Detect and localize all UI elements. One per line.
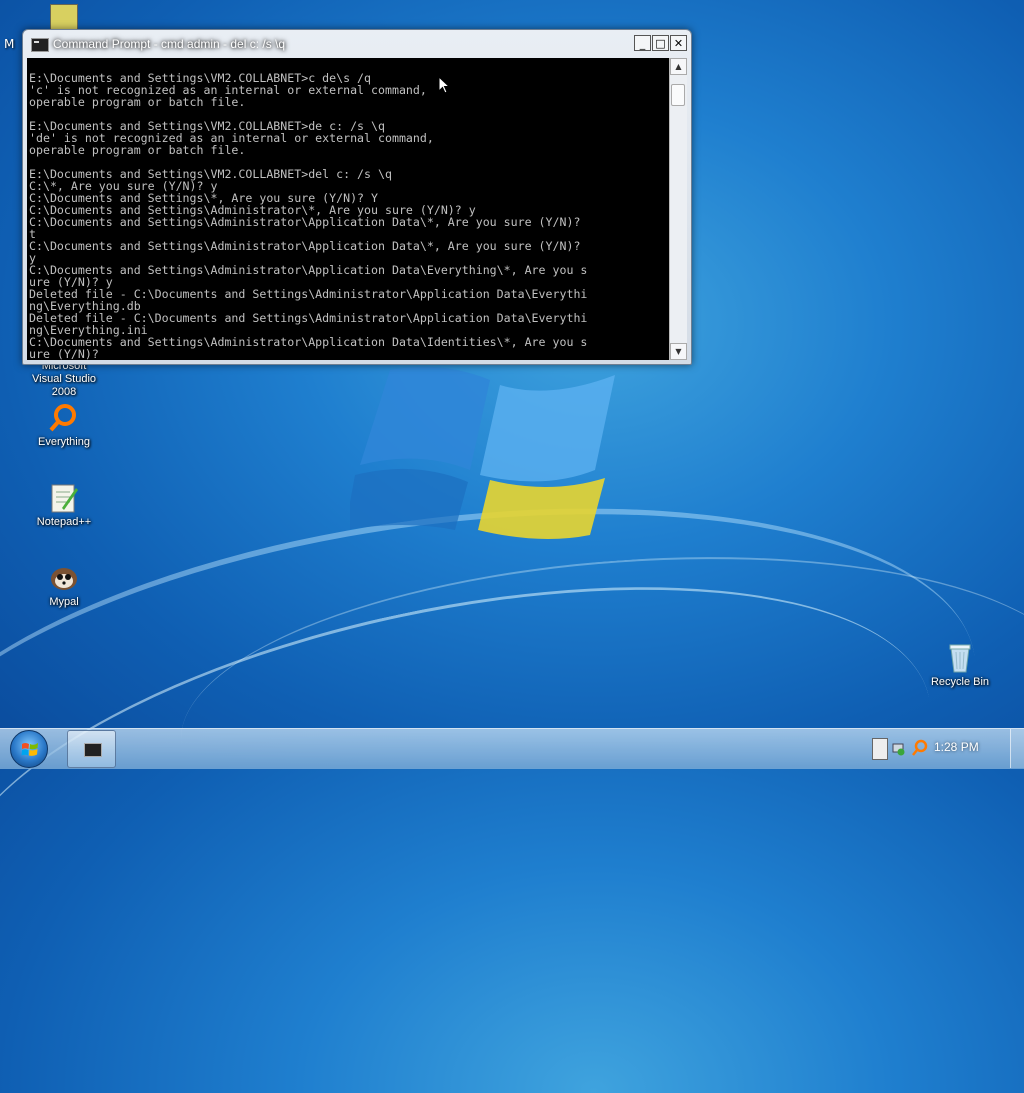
window-title: Command Prompt - cmd admin - del c: /s \… — [53, 37, 286, 51]
vertical-scrollbar[interactable]: ▲ ▼ — [669, 58, 687, 360]
scroll-up-arrow-icon[interactable]: ▲ — [670, 58, 687, 75]
desktop-icon-top-partial[interactable] — [44, 2, 84, 32]
everything-search-icon — [48, 402, 80, 434]
desktop-icon-everything[interactable]: Everything — [16, 402, 112, 448]
desktop-icon-label: Mypal — [49, 596, 79, 608]
console-text: E:\Documents and Settings\VM2.COLLABNET>… — [27, 58, 669, 360]
console-line: operable program or batch file. — [29, 143, 246, 157]
mypal-browser-icon — [48, 562, 80, 594]
console-line: C:\Documents and Settings\Administrator\… — [29, 239, 581, 253]
desktop-icon-visual-studio[interactable]: Microsoft Visual Studio 2008 — [16, 360, 112, 399]
scroll-down-arrow-icon[interactable]: ▼ — [670, 343, 687, 360]
desktop-icon-notepad-plus-plus[interactable]: Notepad++ — [16, 482, 112, 528]
console-line: ure (Y/N)? — [29, 347, 99, 360]
desktop-icon-recycle-bin[interactable]: Recycle Bin — [912, 642, 1008, 688]
start-button[interactable] — [10, 730, 48, 768]
show-desktop-button[interactable] — [1010, 729, 1024, 768]
console-window-icon — [31, 38, 49, 52]
taskbar — [0, 728, 1024, 769]
close-button[interactable]: ✕ — [670, 35, 687, 51]
taskbar-clock[interactable]: 1:28 PM — [934, 740, 979, 754]
desktop-icon-label: Recycle Bin — [930, 676, 990, 688]
windows-flag-icon — [21, 743, 38, 756]
maximize-button[interactable]: □ — [652, 35, 669, 51]
console-window-icon — [84, 743, 102, 757]
recycle-bin-icon — [944, 642, 976, 674]
windows-logo-wallpaper — [350, 366, 615, 539]
desktop-icon-label: Microsoft Visual Studio 2008 — [32, 360, 97, 398]
command-prompt-window[interactable]: Command Prompt - cmd admin - del c: /s \… — [22, 29, 692, 365]
desktop-icon-mypal[interactable]: Mypal — [16, 562, 112, 608]
desktop-icon-partial-label: M — [4, 37, 15, 51]
console-output-area[interactable]: E:\Documents and Settings\VM2.COLLABNET>… — [27, 58, 669, 360]
mouse-cursor-icon — [438, 76, 450, 94]
action-center-flag-icon[interactable] — [872, 738, 888, 760]
console-line: C:\Documents and Settings\Administrator\… — [29, 215, 581, 229]
desktop-icon-label: Notepad++ — [36, 516, 92, 528]
network-icon[interactable] — [892, 740, 906, 756]
desktop-icon-label: Everything — [38, 436, 90, 448]
console-line: C:\Documents and Settings\Administrator\… — [29, 335, 588, 349]
everything-tray-icon[interactable] — [911, 739, 929, 757]
scroll-thumb[interactable] — [671, 84, 685, 106]
minimize-button[interactable]: _ — [634, 35, 651, 51]
console-line: operable program or batch file. — [29, 95, 246, 109]
window-titlebar[interactable]: Command Prompt - cmd admin - del c: /s \… — [23, 30, 691, 58]
taskbar-button-command-prompt[interactable] — [67, 730, 116, 768]
shortcut-icon — [50, 4, 78, 32]
notepad-plus-plus-icon — [48, 482, 80, 514]
